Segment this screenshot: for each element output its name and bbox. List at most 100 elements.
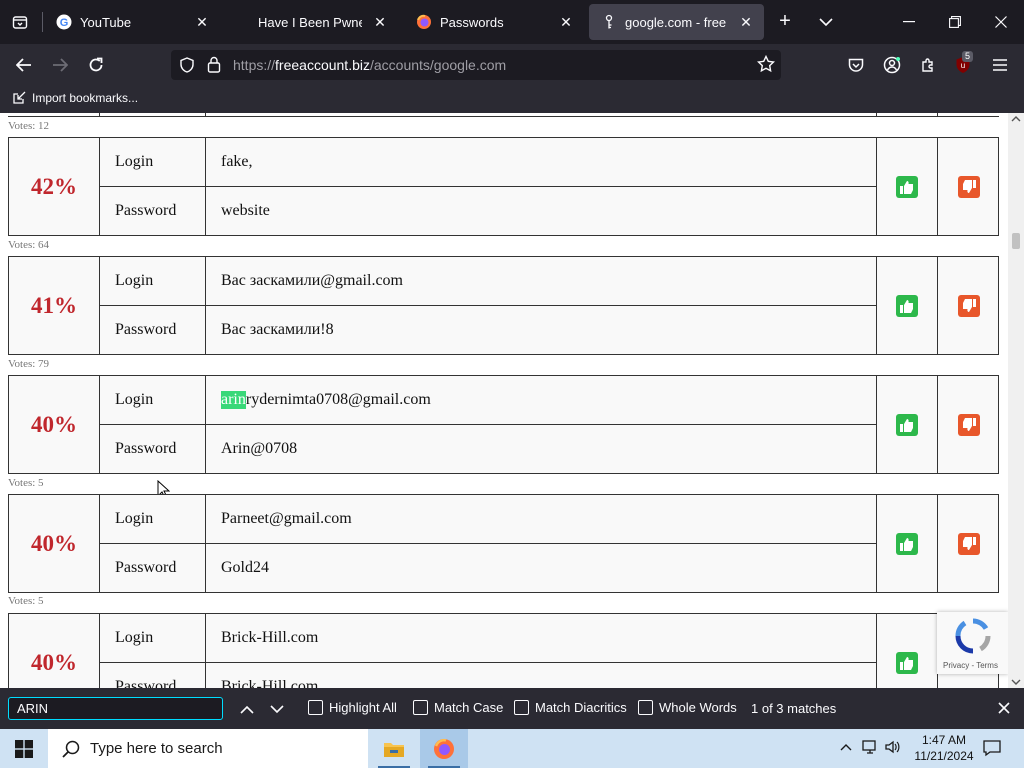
pocket-icon[interactable] <box>843 52 869 78</box>
close-tab-icon[interactable]: ✕ <box>556 12 576 32</box>
password-label: Password <box>100 663 206 688</box>
recaptcha-icon <box>955 618 991 654</box>
thumbs-down-icon[interactable] <box>938 138 999 235</box>
find-previous-icon[interactable] <box>236 698 258 720</box>
new-tab-button[interactable]: + <box>772 10 798 34</box>
svg-text:u: u <box>961 61 965 70</box>
close-find-bar-icon[interactable] <box>994 698 1014 718</box>
account-avatar-icon[interactable] <box>879 52 905 78</box>
search-placeholder: Type here to search <box>90 740 223 757</box>
thumbs-up-icon[interactable] <box>877 257 938 354</box>
firefox-taskbar-icon[interactable] <box>420 729 468 768</box>
recaptcha-privacy-terms[interactable]: Privacy - Terms <box>943 661 998 670</box>
tab-have-i-been-pwned[interactable]: Have I Been Pwned: Pwned ✕ <box>222 4 398 40</box>
whole-words-checkbox[interactable]: Whole Words <box>638 700 737 715</box>
tab-google-free-accounts[interactable]: google.com - free acco ✕ <box>589 4 764 40</box>
credential-entry: 42% Login fake, Password website <box>8 137 999 236</box>
lock-icon[interactable] <box>207 56 221 78</box>
credential-entry: 40% Login arin rydernimta0708@gmail.com P… <box>8 375 999 474</box>
find-next-icon[interactable] <box>266 698 288 720</box>
password-label: Password <box>100 187 206 235</box>
thumbs-up-icon[interactable] <box>877 495 938 592</box>
votes-count: Votes: 64 <box>8 239 50 251</box>
tab-passwords[interactable]: Passwords ✕ <box>404 4 584 40</box>
success-percent: 42% <box>9 138 100 235</box>
login-value: arin rydernimta0708@gmail.com <box>206 376 877 425</box>
password-label: Password <box>100 544 206 592</box>
thumbs-down-icon[interactable] <box>938 495 999 592</box>
clock-date: 11/21/2024 <box>914 749 974 763</box>
close-window-icon[interactable] <box>978 0 1024 44</box>
page-content: Votes: 12 42% Login fake, Password websi… <box>0 113 1008 688</box>
login-value: Brick-Hill.com <box>206 614 877 663</box>
volume-icon[interactable] <box>884 739 900 755</box>
page-scrollbar[interactable] <box>1008 113 1024 688</box>
list-all-tabs-icon[interactable] <box>814 10 838 34</box>
success-percent: 40% <box>9 614 100 688</box>
hamburger-menu-icon[interactable] <box>987 52 1013 78</box>
credential-entry: 41% Login Вас заскамили@gmail.com Passwo… <box>8 256 999 355</box>
success-percent: 41% <box>9 257 100 354</box>
find-in-page-bar: ARIN Highlight All Match Case Match Diac… <box>0 688 1024 729</box>
tab-list-icon[interactable] <box>8 10 32 34</box>
thumbs-down-icon[interactable] <box>938 376 999 473</box>
tab-youtube[interactable]: G YouTube ✕ <box>44 4 220 40</box>
back-arrow-icon[interactable] <box>11 52 37 78</box>
taskbar-search-box[interactable]: Type here to search <box>48 729 368 768</box>
windows-start-icon[interactable] <box>0 729 48 768</box>
thumbs-up-icon[interactable] <box>877 138 938 235</box>
find-match-count: 1 of 3 matches <box>751 701 837 716</box>
votes-count: Votes: 12 <box>8 120 50 132</box>
thumbs-down-icon[interactable] <box>938 257 999 354</box>
highlight-all-checkbox[interactable]: Highlight All <box>308 700 397 715</box>
votes-count: Votes: 5 <box>8 595 44 607</box>
login-label: Login <box>100 376 206 425</box>
password-value: Arin@0708 <box>206 425 877 473</box>
close-tab-icon[interactable]: ✕ <box>370 12 390 32</box>
success-percent: 40% <box>9 376 100 473</box>
system-clock[interactable]: 1:47 AM 11/21/2024 <box>912 732 976 764</box>
login-value: fake, <box>206 138 877 187</box>
find-input[interactable]: ARIN <box>8 697 223 720</box>
bookmark-star-icon[interactable] <box>756 54 776 78</box>
password-value: Brick-Hill.com <box>206 663 877 688</box>
login-label: Login <box>100 138 206 187</box>
network-icon[interactable] <box>862 739 878 755</box>
thumbs-up-icon[interactable] <box>877 614 938 688</box>
login-label: Login <box>100 495 206 544</box>
extension-badge: 5 <box>962 51 974 62</box>
minimize-icon[interactable] <box>886 0 932 44</box>
show-hidden-icons-icon[interactable] <box>840 743 852 751</box>
google-g-icon: G <box>56 14 72 30</box>
close-tab-icon[interactable]: ✕ <box>192 12 212 32</box>
recaptcha-badge[interactable]: Privacy - Terms <box>937 612 1008 674</box>
import-bookmarks-button[interactable]: Import bookmarks... <box>12 91 138 105</box>
close-tab-icon[interactable]: ✕ <box>736 12 756 32</box>
scrollbar-thumb[interactable] <box>1012 233 1020 249</box>
import-icon <box>13 91 26 104</box>
votes-count: Votes: 79 <box>8 358 50 370</box>
password-label: Password <box>100 425 206 473</box>
navigation-toolbar: https://freeaccount.biz/accounts/google.… <box>0 44 1024 85</box>
firefox-icon <box>416 14 432 30</box>
tab-title: YouTube <box>80 14 132 30</box>
tracking-protection-shield-icon[interactable] <box>179 57 195 78</box>
address-bar[interactable]: https://freeaccount.biz/accounts/google.… <box>171 50 781 80</box>
password-value: website <box>206 187 877 235</box>
match-case-checkbox[interactable]: Match Case <box>413 700 503 715</box>
url-text[interactable]: https://freeaccount.biz/accounts/google.… <box>233 57 506 73</box>
match-diacritics-checkbox[interactable]: Match Diacritics <box>514 700 627 715</box>
restore-icon[interactable] <box>932 0 978 44</box>
reload-icon[interactable] <box>83 52 109 78</box>
scroll-up-icon <box>1011 116 1021 122</box>
password-value: Вас заскамили!8 <box>206 306 877 354</box>
previous-entry-bottom <box>8 113 999 117</box>
extensions-puzzle-icon[interactable] <box>915 52 941 78</box>
forward-arrow-icon[interactable] <box>47 52 73 78</box>
notifications-icon[interactable] <box>982 738 1002 763</box>
tab-bar: G YouTube ✕ Have I Been Pwned: Pwned ✕ P… <box>0 0 1024 44</box>
password-label: Password <box>100 306 206 354</box>
thumbs-up-icon[interactable] <box>877 376 938 473</box>
file-explorer-icon[interactable] <box>370 729 418 768</box>
svg-text:G: G <box>60 17 69 29</box>
